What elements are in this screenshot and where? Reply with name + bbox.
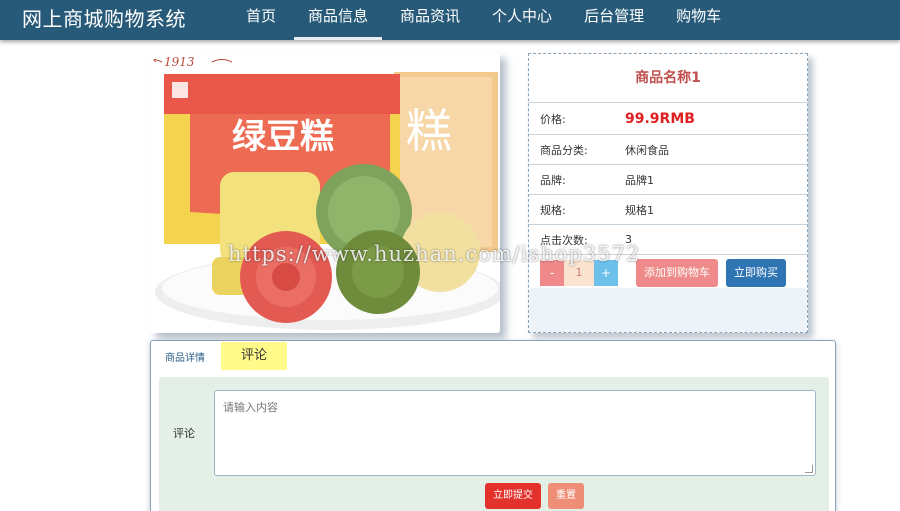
resize-handle-icon[interactable]: [805, 465, 813, 473]
product-image-art: 1913 糕 绿豆糕: [150, 52, 500, 333]
nav-home[interactable]: 首页: [232, 0, 290, 40]
submit-button[interactable]: 立即提交: [485, 483, 541, 509]
svg-text:糕: 糕: [406, 104, 452, 158]
price-row: 价格: 99.9RMB: [529, 102, 807, 134]
product-image-year: 1913: [164, 55, 195, 69]
product-image-box-text: 绿豆糕: [232, 117, 334, 157]
product-info-panel: 商品名称1 价格: 99.9RMB 商品分类: 休闲食品 品牌: 品牌1 规格:…: [528, 53, 808, 333]
spec-label: 规格:: [540, 203, 566, 217]
category-row: 商品分类: 休闲食品: [529, 134, 807, 164]
top-navbar: 网上商城购物系统 首页 商品信息 商品资讯 个人中心 后台管理 购物车: [0, 0, 900, 40]
brand-label: 品牌:: [540, 173, 566, 187]
category-label: 商品分类:: [540, 143, 588, 157]
quantity-input[interactable]: 1: [564, 260, 594, 286]
category-value: 休闲食品: [625, 143, 669, 157]
clicks-label: 点击次数:: [540, 233, 588, 247]
comment-label: 评论: [173, 427, 195, 440]
spec-row: 规格: 规格1: [529, 194, 807, 224]
comment-placeholder: 请输入内容: [223, 401, 278, 414]
reset-button[interactable]: 重置: [548, 483, 584, 509]
nav-cart[interactable]: 购物车: [662, 0, 735, 40]
detail-tabs: 商品详情 评论: [151, 341, 835, 370]
spec-value: 规格1: [625, 203, 654, 217]
add-to-cart-button[interactable]: 添加到购物车: [636, 259, 718, 287]
nav-user-center[interactable]: 个人中心: [478, 0, 566, 40]
info-panel-footer: [529, 288, 807, 332]
comment-pane: 评论 请输入内容 立即提交 重置: [159, 377, 829, 511]
quantity-stepper: - 1 +: [540, 260, 618, 286]
price-value: 99.9RMB: [625, 110, 695, 127]
nav-admin[interactable]: 后台管理: [570, 0, 658, 40]
detail-card: 商品详情 评论 评论 请输入内容 立即提交 重置: [150, 340, 836, 511]
buy-now-button[interactable]: 立即购买: [726, 259, 786, 287]
tab-comment[interactable]: 评论: [221, 342, 287, 370]
price-label: 价格:: [540, 112, 566, 126]
purchase-row: - 1 + 添加到购物车 立即购买: [529, 254, 807, 292]
tab-product-detail[interactable]: 商品详情: [165, 349, 205, 364]
quantity-minus-button[interactable]: -: [540, 260, 564, 286]
nav-news[interactable]: 商品资讯: [386, 0, 474, 40]
comment-textarea[interactable]: 请输入内容: [214, 390, 816, 476]
product-image: 1913 糕 绿豆糕: [150, 52, 500, 333]
site-brand[interactable]: 网上商城购物系统: [22, 5, 186, 33]
quantity-plus-button[interactable]: +: [594, 260, 618, 286]
nav-products[interactable]: 商品信息: [294, 0, 383, 40]
main-nav: 首页 商品信息 商品资讯 个人中心 后台管理 购物车: [232, 0, 739, 40]
clicks-row: 点击次数: 3: [529, 224, 807, 254]
clicks-value: 3: [625, 233, 632, 246]
product-name: 商品名称1: [635, 70, 701, 86]
brand-row: 品牌: 品牌1: [529, 164, 807, 194]
brand-value: 品牌1: [625, 173, 654, 187]
